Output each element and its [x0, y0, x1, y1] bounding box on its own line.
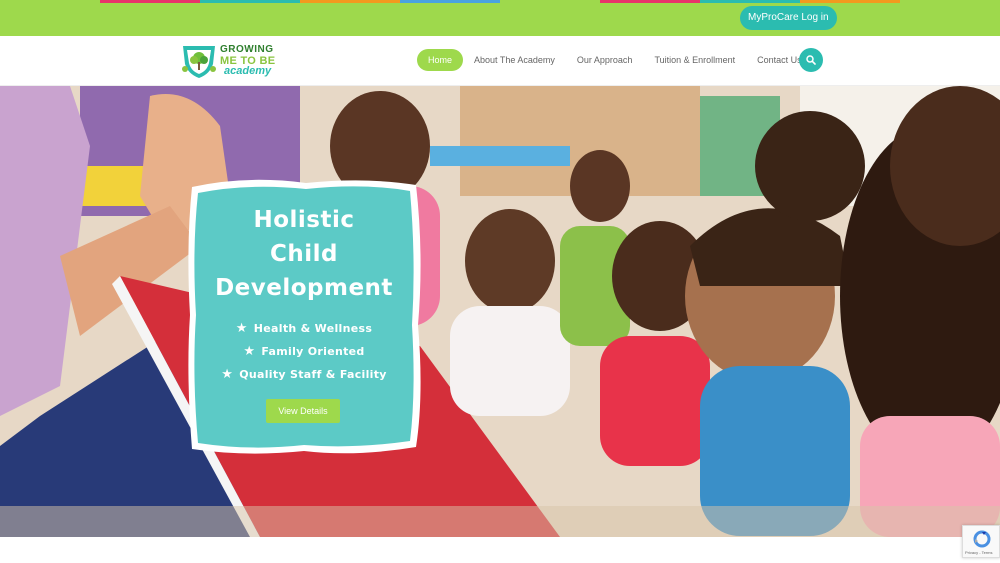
logo-text-growing: GROWING — [220, 44, 274, 55]
search-icon — [806, 55, 816, 65]
hero-photo — [0, 86, 1000, 537]
feature-label: Health & Wellness — [253, 322, 373, 335]
feature-label: Quality Staff & Facility — [239, 368, 387, 381]
top-bar: MyProCare Log in — [0, 3, 1000, 36]
site-logo[interactable]: GROWING ME TO BE academy — [180, 42, 285, 80]
star-icon: ★ — [221, 367, 234, 382]
main-nav: Home About The Academy Our Approach Tuit… — [417, 49, 813, 71]
recaptcha-label: Privacy - Terms — [965, 550, 993, 555]
view-details-button[interactable]: View Details — [266, 399, 340, 423]
star-icon: ★ — [235, 321, 248, 336]
star-icon: ★ — [243, 344, 256, 359]
hero-card: Holistic Child Development ★ Health & We… — [186, 175, 422, 457]
hero-title-line: Development — [215, 275, 393, 301]
nav-tuition-enrollment[interactable]: Tuition & Enrollment — [643, 49, 746, 71]
hero-title-line: Holistic — [253, 207, 355, 233]
recaptcha-badge[interactable]: Privacy - Terms — [962, 525, 1000, 558]
logo-shield-icon — [182, 46, 216, 78]
site-header: GROWING ME TO BE academy Home About The … — [0, 36, 1000, 86]
hero-title: Holistic Child Development — [186, 203, 422, 305]
feature-label: Family Oriented — [261, 345, 365, 358]
recaptcha-icon — [973, 530, 991, 548]
feature-item: ★ Quality Staff & Facility — [186, 363, 422, 386]
hero-feature-list: ★ Health & Wellness ★ Family Oriented ★ … — [186, 317, 422, 386]
nav-home[interactable]: Home — [417, 49, 464, 71]
nav-about-the-academy[interactable]: About The Academy — [463, 49, 566, 71]
feature-item: ★ Health & Wellness — [186, 317, 422, 340]
hero-banner: Holistic Child Development ★ Health & We… — [0, 86, 1000, 537]
search-button[interactable] — [799, 48, 823, 72]
feature-item: ★ Family Oriented — [186, 340, 422, 363]
logo-text-academy: academy — [224, 65, 272, 77]
page-bottom — [0, 537, 1000, 563]
nav-our-approach[interactable]: Our Approach — [566, 49, 644, 71]
myprocare-login-button[interactable]: MyProCare Log in — [740, 6, 837, 30]
hero-title-line: Child — [270, 241, 338, 267]
